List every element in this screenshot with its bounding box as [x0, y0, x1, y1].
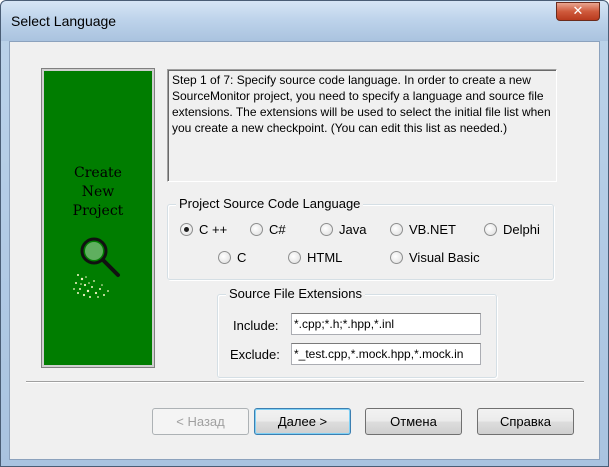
instructions-text: Step 1 of 7: Specify source code languag…	[167, 69, 557, 182]
exclude-label: Exclude:	[230, 347, 280, 362]
radio-indicator	[250, 223, 263, 236]
radio-label: C	[237, 250, 247, 265]
extensions-groupbox: Source File Extensions Include: *.cpp;*.…	[217, 286, 497, 378]
radio-cpp[interactable]: C ++	[180, 222, 227, 237]
radio-label: HTML	[307, 250, 343, 265]
radio-delphi[interactable]: Delphi	[484, 222, 540, 237]
separator	[26, 381, 584, 383]
radio-label: C ++	[199, 222, 228, 237]
radio-visual-basic[interactable]: Visual Basic	[390, 250, 480, 265]
radio-csharp[interactable]: C#	[250, 222, 286, 237]
radio-java[interactable]: Java	[320, 222, 366, 237]
radio-html[interactable]: HTML	[288, 250, 342, 265]
dialog-body: Create New Project Step 1 of 7: Specify …	[9, 41, 600, 460]
cancel-button[interactable]: Отмена	[365, 408, 462, 435]
side-panel-title: Create New Project	[72, 165, 124, 219]
include-label: Include:	[233, 318, 279, 333]
language-group-label: Project Source Code Language	[176, 196, 364, 211]
select-language-dialog: Select Language ✕ Create New Project Ste…	[0, 0, 609, 467]
radio-indicator-checked	[180, 223, 193, 236]
window-title: Select Language	[11, 13, 117, 29]
radio-vbnet[interactable]: VB.NET	[390, 222, 456, 237]
radio-label: Visual Basic	[409, 250, 480, 265]
radio-indicator	[484, 223, 497, 236]
radio-label: C#	[269, 222, 286, 237]
wizard-side-panel: Create New Project	[41, 68, 155, 368]
exclude-input[interactable]: *_test.cpp,*.mock.hpp,*.mock.in	[291, 343, 481, 365]
radio-c[interactable]: C	[218, 250, 246, 265]
radio-indicator	[320, 223, 333, 236]
radio-indicator	[218, 251, 231, 264]
extensions-group-label: Source File Extensions	[226, 286, 365, 301]
magnifier-icon	[73, 237, 120, 298]
radio-indicator	[390, 251, 403, 264]
language-groupbox: Project Source Code Language C ++ C# Jav…	[167, 196, 554, 280]
title-bar[interactable]: Select Language ✕	[1, 1, 608, 41]
next-button[interactable]: Далее >	[254, 408, 351, 435]
close-icon: ✕	[572, 4, 584, 19]
close-button[interactable]: ✕	[556, 2, 600, 21]
radio-indicator	[390, 223, 403, 236]
radio-label: VB.NET	[409, 222, 456, 237]
help-button[interactable]: Справка	[477, 408, 574, 435]
radio-indicator	[288, 251, 301, 264]
include-input[interactable]: *.cpp;*.h;*.hpp,*.inl	[291, 313, 481, 335]
radio-label: Delphi	[503, 222, 540, 237]
radio-label: Java	[339, 222, 367, 237]
back-button[interactable]: < Назад	[152, 408, 249, 435]
